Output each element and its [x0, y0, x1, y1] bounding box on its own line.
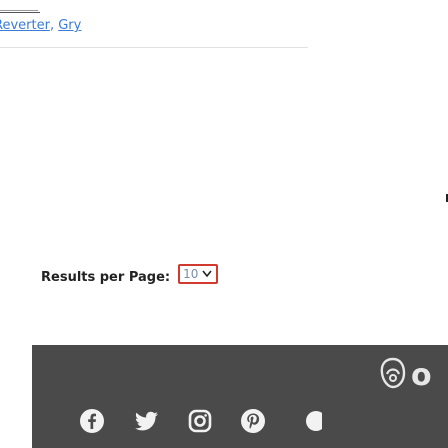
facebook-icon[interactable]: [77, 406, 107, 436]
results-per-page: Results per Page: 10: [41, 263, 219, 285]
twitter-icon[interactable]: [132, 406, 162, 436]
chevron-down-icon: [202, 267, 212, 281]
logo-text: o: [411, 357, 432, 393]
site-footer: o: [32, 345, 448, 448]
social-icon-partial[interactable]: [294, 406, 324, 436]
tags-divider: [0, 47, 308, 48]
tag-link-gry[interactable]: Gry: [58, 18, 81, 33]
tag-list: Reverter, Gry: [0, 18, 81, 33]
pinterest-icon[interactable]: [238, 406, 268, 436]
top-divider-light: [0, 10, 38, 11]
top-divider: [0, 12, 40, 13]
results-per-page-value: 10: [183, 266, 199, 281]
logo-mark-icon: [378, 356, 408, 394]
results-per-page-select[interactable]: 10: [178, 263, 219, 284]
social-links: [32, 406, 448, 446]
tag-separator: ,: [49, 18, 55, 33]
footer-logo[interactable]: o: [378, 356, 432, 394]
page: Reverter, Gry Results per Page: 10 o: [0, 0, 448, 448]
tag-link-reverter[interactable]: Reverter: [0, 18, 50, 33]
results-per-page-label: Results per Page:: [41, 270, 171, 285]
instagram-icon[interactable]: [185, 406, 215, 436]
